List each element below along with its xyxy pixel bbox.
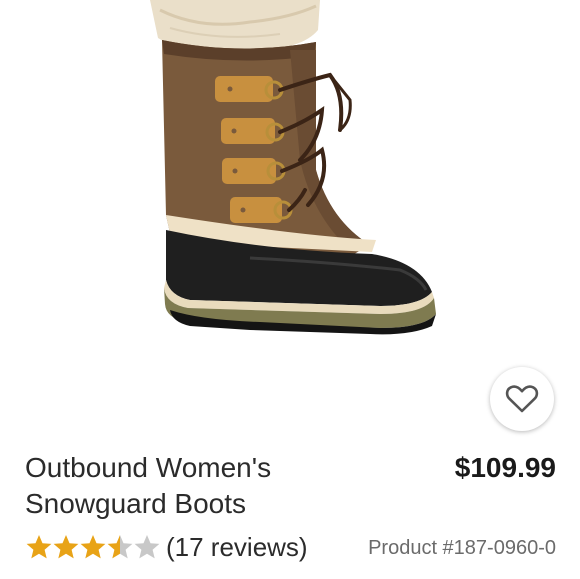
product-image[interactable] (0, 0, 580, 380)
star-icon (80, 535, 106, 559)
product-title-line-2: Snowguard Boots (25, 488, 247, 519)
product-title: Outbound Women's Snowguard Boots (25, 450, 405, 522)
star-rating (25, 533, 160, 561)
product-page: Outbound Women's Snowguard Boots $109.99… (0, 0, 580, 579)
star-icon (53, 535, 79, 559)
star-icon (134, 535, 160, 559)
star-icon (107, 535, 133, 559)
product-title-line-1: Outbound Women's (25, 452, 272, 483)
product-price: $109.99 (454, 452, 556, 483)
favorite-button[interactable] (490, 367, 554, 431)
heart-outline-icon (505, 385, 539, 413)
reviews-link[interactable]: (17 reviews) (166, 530, 308, 564)
rating-row[interactable]: (17 reviews) (25, 530, 308, 564)
product-number: Product #187-0960-0 (368, 537, 556, 559)
star-icon (26, 535, 52, 559)
boot-illustration (150, 0, 436, 335)
